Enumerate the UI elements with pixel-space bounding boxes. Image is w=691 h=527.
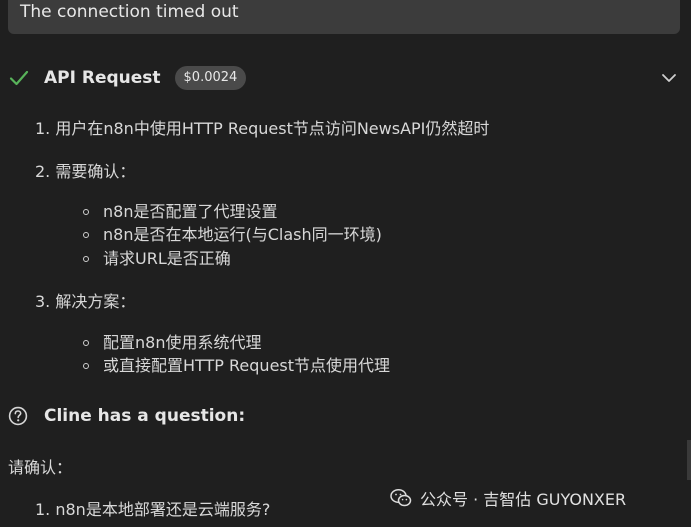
bullet-dot (83, 232, 89, 238)
list-item: 3. 解决方案： (35, 292, 136, 311)
bullet-item: 请求URL是否正确 (103, 249, 231, 268)
message-box: The connection timed out (8, 0, 680, 34)
bullet-dot (83, 209, 89, 215)
bullet-dot (83, 340, 89, 346)
bullet-dot (83, 256, 89, 262)
list-item: 2. 需要确认： (35, 162, 136, 181)
watermark: 公众号 · 吉智估 GUYONXER (390, 486, 626, 510)
question-prompt: 请确认： (8, 458, 73, 477)
bullet-dot (83, 363, 89, 369)
chevron-down-icon[interactable] (660, 69, 678, 87)
question-title: Cline has a question: (44, 406, 246, 426)
check-icon (8, 67, 30, 89)
list-item: 1. n8n是本地部署还是云端服务? (35, 500, 271, 519)
api-request-header[interactable]: API Request $0.0024 (8, 63, 684, 93)
chat-panel: The connection timed out API Request $0.… (0, 0, 691, 527)
wechat-icon (390, 488, 412, 508)
bullet-item: n8n是否在本地运行(与Clash同一环境) (103, 225, 382, 244)
bullet-item: 配置n8n使用系统代理 (103, 333, 262, 352)
list-item: 1. 用户在n8n中使用HTTP Request节点访问NewsAPI仍然超时 (35, 119, 490, 138)
api-request-title: API Request (44, 68, 161, 88)
cost-badge: $0.0024 (174, 66, 247, 90)
scrollbar-thumb[interactable] (687, 440, 691, 480)
question-header: Cline has a question: (8, 403, 245, 429)
bullet-item: 或直接配置HTTP Request节点使用代理 (103, 356, 391, 375)
message-text: The connection timed out (20, 2, 239, 22)
bullet-item: n8n是否配置了代理设置 (103, 202, 278, 221)
question-icon (8, 406, 28, 426)
watermark-text: 公众号 · 吉智估 GUYONXER (420, 490, 627, 509)
